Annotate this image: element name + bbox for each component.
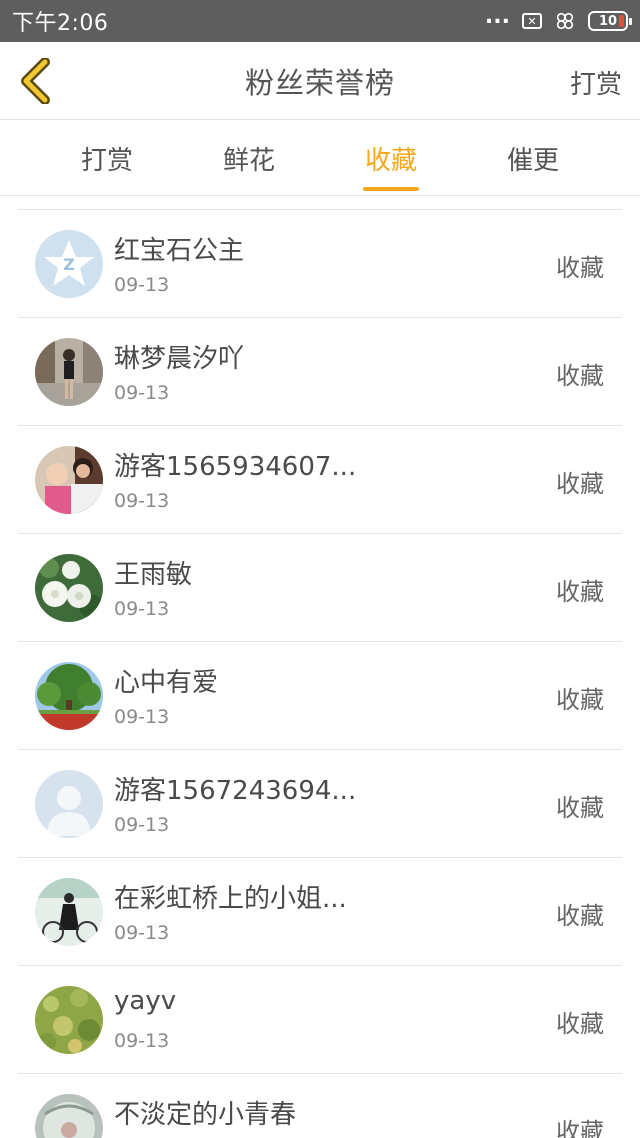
status-bar: 下午2:06 ... ✕ 10 (0, 0, 640, 42)
default-person-avatar[interactable] (35, 770, 103, 838)
user-name: 琳梦晨汐吖 (114, 344, 245, 374)
action-label: 收藏 (556, 1010, 604, 1038)
record-date: 09-13 (114, 598, 170, 620)
svg-text:Z: Z (63, 255, 75, 274)
action-label: 收藏 (556, 794, 604, 822)
tab-label: 打赏 (80, 145, 133, 176)
user-name: 王雨敏 (114, 560, 193, 590)
list-item[interactable]: yayv 09-13 收藏 (18, 966, 622, 1074)
user-name: 在彩虹桥上的小姐... (114, 884, 347, 914)
mother-baby-photo-avatar[interactable] (35, 446, 103, 514)
record-date: 09-13 (114, 382, 170, 404)
more-dots-icon: ... (484, 4, 510, 29)
list-item[interactable]: 心中有爱 09-13 收藏 (18, 642, 622, 750)
user-name: 游客1567243694... (114, 776, 357, 806)
record-date: 09-13 (114, 490, 170, 512)
reward-button[interactable]: 打赏 (570, 64, 622, 101)
user-name: yayv (114, 986, 177, 1016)
action-label: 收藏 (556, 578, 604, 606)
white-flowers-avatar[interactable] (35, 554, 103, 622)
record-date: 09-13 (114, 1030, 170, 1052)
header-bar: 粉丝荣誉榜 打赏 (0, 42, 640, 120)
list-item[interactable]: 在彩虹桥上的小姐... 09-13 收藏 (18, 858, 622, 966)
fan-list[interactable]: Z 红宝石公主 09-13 收藏 琳梦晨汐吖 09-13 收藏 游客156593… (18, 196, 622, 1138)
action-label: 收藏 (556, 1118, 604, 1138)
status-time: 下午2:06 (12, 11, 109, 36)
tab-label: 催更 (506, 145, 559, 176)
tab-urge-update[interactable]: 催更 (462, 120, 604, 196)
green-field-avatar[interactable] (35, 986, 103, 1054)
tab-flowers[interactable]: 鲜花 (178, 120, 320, 196)
misty-photo-avatar[interactable] (35, 1094, 103, 1138)
tab-label: 鲜花 (222, 145, 275, 176)
battery-icon: 10 (588, 11, 632, 31)
list-item[interactable]: 王雨敏 09-13 收藏 (18, 534, 622, 642)
page-title: 粉丝荣誉榜 (244, 65, 395, 100)
action-label: 收藏 (556, 686, 604, 714)
list-item[interactable]: 游客1565934607... 09-13 收藏 (18, 426, 622, 534)
battery-level: 10 (598, 13, 618, 29)
chevron-left-icon (21, 58, 50, 104)
tab-reward[interactable]: 打赏 (36, 120, 178, 196)
battery-low-fill (619, 15, 624, 27)
status-icons: ... ✕ 10 (485, 6, 632, 32)
girl-street-photo-avatar[interactable] (35, 338, 103, 406)
list-item[interactable]: 不淡定的小青春 09-13 收藏 (18, 1074, 622, 1138)
record-date: 09-13 (114, 814, 170, 836)
user-name: 游客1565934607... (114, 452, 357, 482)
record-date: 09-13 (114, 922, 170, 944)
list-item[interactable]: Z 红宝石公主 09-13 收藏 (18, 210, 622, 318)
action-label: 收藏 (556, 902, 604, 930)
active-tab-indicator (363, 187, 419, 191)
list-item[interactable]: 琳梦晨汐吖 09-13 收藏 (18, 318, 622, 426)
clover-icon (556, 12, 574, 30)
tab-bar: 打赏 鲜花 收藏 催更 (0, 120, 640, 196)
back-button[interactable] (14, 56, 58, 106)
action-label: 收藏 (556, 362, 604, 390)
list-divider (18, 196, 622, 210)
action-label: 收藏 (556, 254, 604, 282)
tab-label: 收藏 (364, 145, 417, 176)
girl-bicycle-avatar[interactable] (35, 878, 103, 946)
tab-collect[interactable]: 收藏 (320, 120, 462, 196)
notification-box-icon: ✕ (522, 13, 542, 29)
user-name: 红宝石公主 (114, 236, 245, 266)
record-date: 09-13 (114, 274, 170, 296)
tree-garden-avatar[interactable] (35, 662, 103, 730)
tab-bar-spacer (0, 120, 36, 195)
user-name: 不淡定的小青春 (114, 1100, 297, 1130)
qzone-star-avatar[interactable]: Z (35, 230, 103, 298)
list-item[interactable]: 游客1567243694... 09-13 收藏 (18, 750, 622, 858)
action-label: 收藏 (556, 470, 604, 498)
user-name: 心中有爱 (114, 668, 219, 698)
record-date: 09-13 (114, 706, 170, 728)
